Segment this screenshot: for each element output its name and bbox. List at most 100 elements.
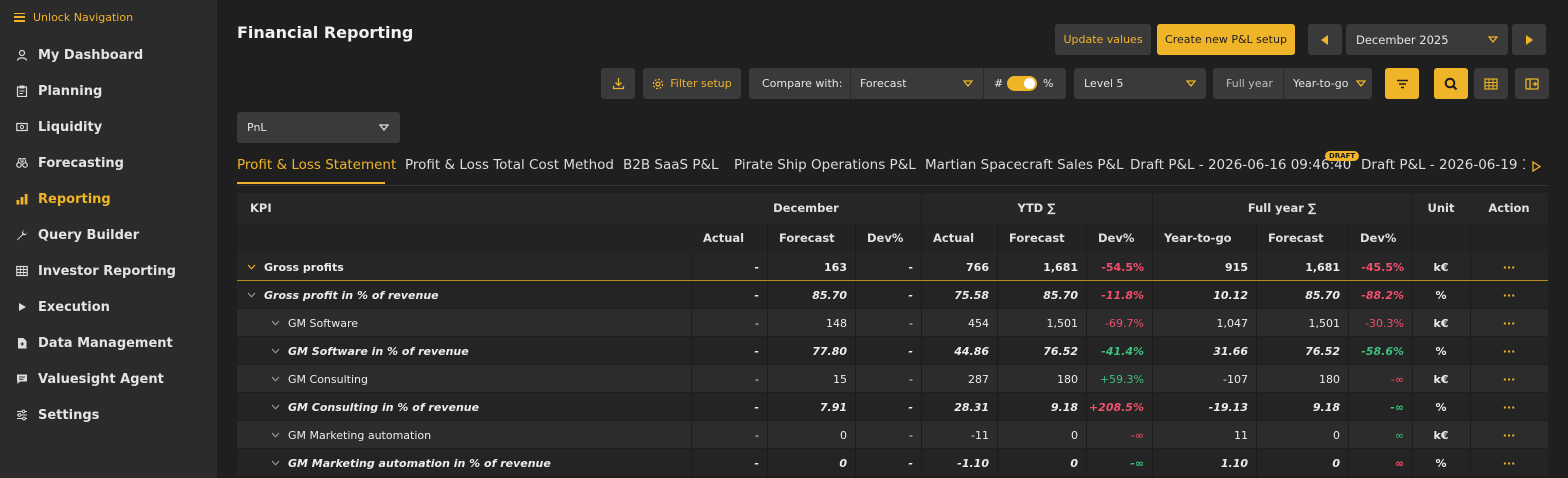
row-action-button[interactable]: ··· — [1470, 337, 1548, 365]
full-year-option[interactable]: Full year — [1226, 77, 1273, 90]
year-to-go-select[interactable]: Year-to-go — [1284, 68, 1372, 99]
tab-7[interactable]: Draft P&L - 2026-06-19 1 — [1361, 157, 1525, 173]
sidebar-item-reporting[interactable]: Reporting — [0, 181, 217, 217]
sidebar-item-settings[interactable]: Settings — [0, 397, 217, 433]
tab-6[interactable]: Draft P&L - 2026-06-16 09:46:40 — [1130, 157, 1351, 173]
chevron-down-icon[interactable] — [271, 404, 280, 410]
row-action-button[interactable]: ··· — [1470, 365, 1548, 393]
tab-4[interactable]: Pirate Ship Operations P&L — [734, 157, 916, 173]
table-cell: 454 — [968, 316, 989, 330]
table-row[interactable]: GM Software - 148 - 454 1,501 -69.7% 1,047 1,501… — [237, 309, 1548, 337]
table-row[interactable]: GM Marketing automation in % of revenue -… — [237, 449, 1548, 477]
prev-period-button[interactable] — [1308, 24, 1342, 55]
chevron-down-icon[interactable] — [271, 320, 280, 326]
tab-5[interactable]: Martian Spacecraft Sales P&L — [925, 157, 1124, 173]
chevron-down-icon[interactable] — [271, 460, 280, 466]
table-cell: 76.52 — [1043, 344, 1078, 358]
columns-button[interactable] — [1515, 68, 1549, 99]
unit-cell: % — [1435, 400, 1447, 414]
sidebar-item-valuesight-agent[interactable]: Valuesight Agent — [0, 361, 217, 397]
row-action-button[interactable]: ··· — [1470, 281, 1548, 309]
table-row[interactable]: GM Marketing automation - 0 - -11 0 -∞ 11 0 ∞ k€ ··… — [237, 421, 1548, 449]
subheader-forecast: Forecast — [779, 231, 835, 245]
table-cell: 15 — [833, 372, 847, 386]
tab-1[interactable]: Profit & Loss Statement — [237, 157, 396, 173]
tab-2[interactable]: Profit & Loss Total Cost Method — [405, 157, 614, 173]
wrench-icon — [16, 229, 28, 241]
zoom-button[interactable] — [1434, 68, 1468, 99]
column-divider — [1256, 365, 1257, 392]
column-divider — [921, 393, 922, 420]
filter-setup-label: Filter setup — [670, 77, 732, 90]
table-cell: 0 — [1332, 456, 1340, 470]
sidebar-item-data-management[interactable]: Data Management — [0, 325, 217, 361]
sidebar-item-planning[interactable]: Planning — [0, 73, 217, 109]
chevron-down-icon[interactable] — [271, 376, 280, 382]
sidebar-item-liquidity[interactable]: Liquidity — [0, 109, 217, 145]
chevron-down-icon[interactable] — [271, 348, 280, 354]
period-select[interactable]: December 2025 — [1346, 24, 1508, 55]
pnl-table: KPI December YTD ∑ Full year ∑ Unit Acti… — [237, 193, 1548, 477]
table-row[interactable]: GM Software in % of revenue - 77.80 - 44.86 7… — [237, 337, 1548, 365]
sidebar-item-execution[interactable]: Execution — [0, 289, 217, 325]
next-period-button[interactable] — [1512, 24, 1546, 55]
subheader-actual: Actual — [703, 231, 745, 245]
table-cell: 1.10 — [1220, 456, 1248, 470]
table-row[interactable]: Gross profit in % of revenue - 85.70 - 75.58… — [237, 281, 1548, 309]
columns-icon — [1525, 77, 1539, 90]
table-cell: 1,501 — [1046, 316, 1079, 330]
column-divider — [1412, 449, 1413, 476]
column-divider — [855, 223, 856, 253]
table-cell: 1,681 — [1305, 260, 1340, 274]
table-cell: -69.7% — [1105, 316, 1144, 330]
row-action-button[interactable]: ··· — [1470, 309, 1548, 337]
table-row[interactable]: GM Consulting - 15 - 287 180 +59.3% -107 180 -∞ k€… — [237, 365, 1548, 393]
row-action-button[interactable]: ··· — [1470, 449, 1548, 477]
kpi-cell: Gross profits — [247, 253, 667, 281]
row-action-button[interactable]: ··· — [1470, 253, 1548, 281]
tab-3[interactable]: B2B SaaS P&L — [623, 157, 719, 173]
update-values-button[interactable]: Update values — [1055, 24, 1151, 55]
binoculars-icon — [16, 157, 28, 169]
unlock-navigation-button[interactable]: Unlock Navigation — [14, 9, 133, 25]
sidebar-item-investor-reporting[interactable]: Investor Reporting — [0, 253, 217, 289]
number-percent-toggle[interactable] — [1007, 76, 1037, 91]
pnl-select[interactable]: PnL — [237, 112, 400, 143]
create-pl-setup-button[interactable]: Create new P&L setup — [1157, 24, 1295, 55]
chevron-down-icon[interactable] — [247, 292, 256, 298]
compare-select[interactable]: Forecast — [851, 68, 983, 99]
unlock-navigation-label: Unlock Navigation — [33, 10, 134, 24]
table-row[interactable]: GM Consulting in % of revenue - 7.91 - 28.31… — [237, 393, 1548, 421]
column-divider — [997, 223, 998, 253]
sidebar-item-forecasting[interactable]: Forecasting — [0, 145, 217, 181]
active-tab-underline — [237, 182, 385, 184]
chevron-down-icon[interactable] — [271, 432, 280, 438]
scroll-right-icon[interactable] — [1532, 161, 1541, 172]
table-cell: ∞ — [1394, 428, 1404, 442]
filter-setup-button[interactable]: Filter setup — [643, 68, 741, 99]
sidebar-item-label: My Dashboard — [38, 47, 144, 63]
column-divider — [855, 253, 856, 280]
column-divider — [691, 253, 692, 280]
table-icon — [1484, 77, 1498, 90]
row-action-button[interactable]: ··· — [1470, 393, 1548, 421]
sidebar-item-label: Valuesight Agent — [38, 371, 164, 387]
level-select[interactable]: Level 5 — [1074, 68, 1206, 99]
column-divider — [1470, 309, 1471, 336]
column-divider — [1412, 393, 1413, 420]
kpi-label: GM Software — [288, 316, 359, 330]
table-cell: - — [908, 400, 913, 414]
sidebar-item-query-builder[interactable]: Query Builder — [0, 217, 217, 253]
column-divider — [1152, 421, 1153, 448]
table-view-button[interactable] — [1474, 68, 1508, 99]
sidebar-item-my-dashboard[interactable]: My Dashboard — [0, 37, 217, 73]
row-action-button[interactable]: ··· — [1470, 421, 1548, 449]
download-button[interactable] — [601, 68, 635, 99]
table-row[interactable]: Gross profits - 163 - 766 1,681 -54.5% 915 1,681… — [237, 253, 1548, 281]
chevron-down-icon[interactable] — [247, 264, 256, 270]
column-divider — [997, 337, 998, 364]
column-divider — [855, 421, 856, 448]
table-cell: -45.5% — [1361, 260, 1404, 274]
unit-cell: % — [1435, 288, 1447, 302]
filter-rows-button[interactable] — [1385, 68, 1419, 99]
